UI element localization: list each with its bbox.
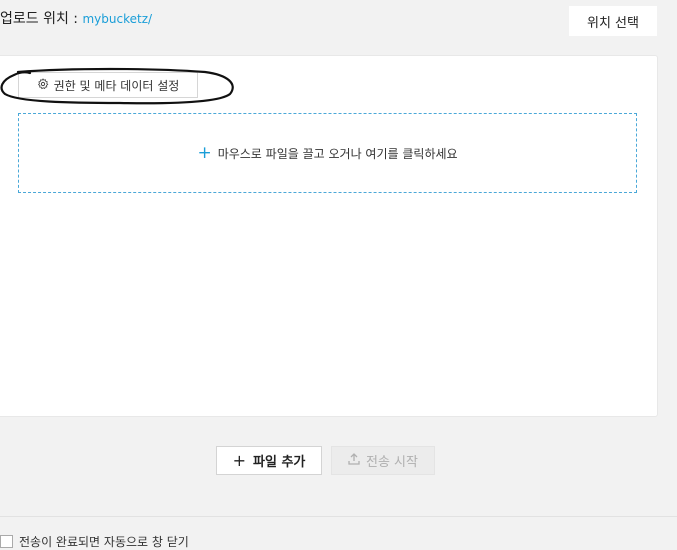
plus-icon: + bbox=[197, 142, 212, 163]
select-location-button[interactable]: 위치 선택 bbox=[569, 6, 657, 36]
gear-icon bbox=[37, 77, 49, 93]
file-drop-zone[interactable]: + 마우스로 파일을 끌고 오거나 여기를 클릭하세요 bbox=[18, 113, 637, 193]
auto-close-checkbox[interactable] bbox=[0, 535, 13, 548]
upload-panel: 권한 및 메타 데이터 설정 + 마우스로 파일을 끌고 오거나 여기를 클릭하… bbox=[0, 55, 658, 417]
upload-location: 업로드 위치 : mybucketz/ bbox=[0, 8, 152, 28]
upload-location-path[interactable]: mybucketz/ bbox=[82, 12, 152, 26]
auto-close-label: 전송이 완료되면 자동으로 창 닫기 bbox=[19, 535, 189, 549]
header-bar: 업로드 위치 : mybucketz/ 위치 선택 bbox=[0, 0, 677, 54]
add-file-button[interactable]: + 파일 추가 bbox=[216, 446, 322, 475]
drop-zone-text: 마우스로 파일을 끌고 오거나 여기를 클릭하세요 bbox=[217, 146, 458, 161]
upload-location-label: 업로드 위치 : bbox=[0, 11, 83, 27]
auto-close-option[interactable]: 전송이 완료되면 자동으로 창 닫기 bbox=[0, 533, 189, 550]
permissions-metadata-button[interactable]: 권한 및 메타 데이터 설정 bbox=[18, 72, 198, 98]
plus-icon: + bbox=[232, 451, 247, 470]
footer-divider bbox=[0, 516, 677, 517]
start-transfer-button[interactable]: 전송 시작 bbox=[331, 446, 435, 475]
permissions-button-label: 권한 및 메타 데이터 설정 bbox=[53, 78, 180, 93]
add-file-label: 파일 추가 bbox=[253, 455, 306, 470]
upload-icon bbox=[348, 452, 360, 469]
start-transfer-label: 전송 시작 bbox=[366, 455, 418, 470]
